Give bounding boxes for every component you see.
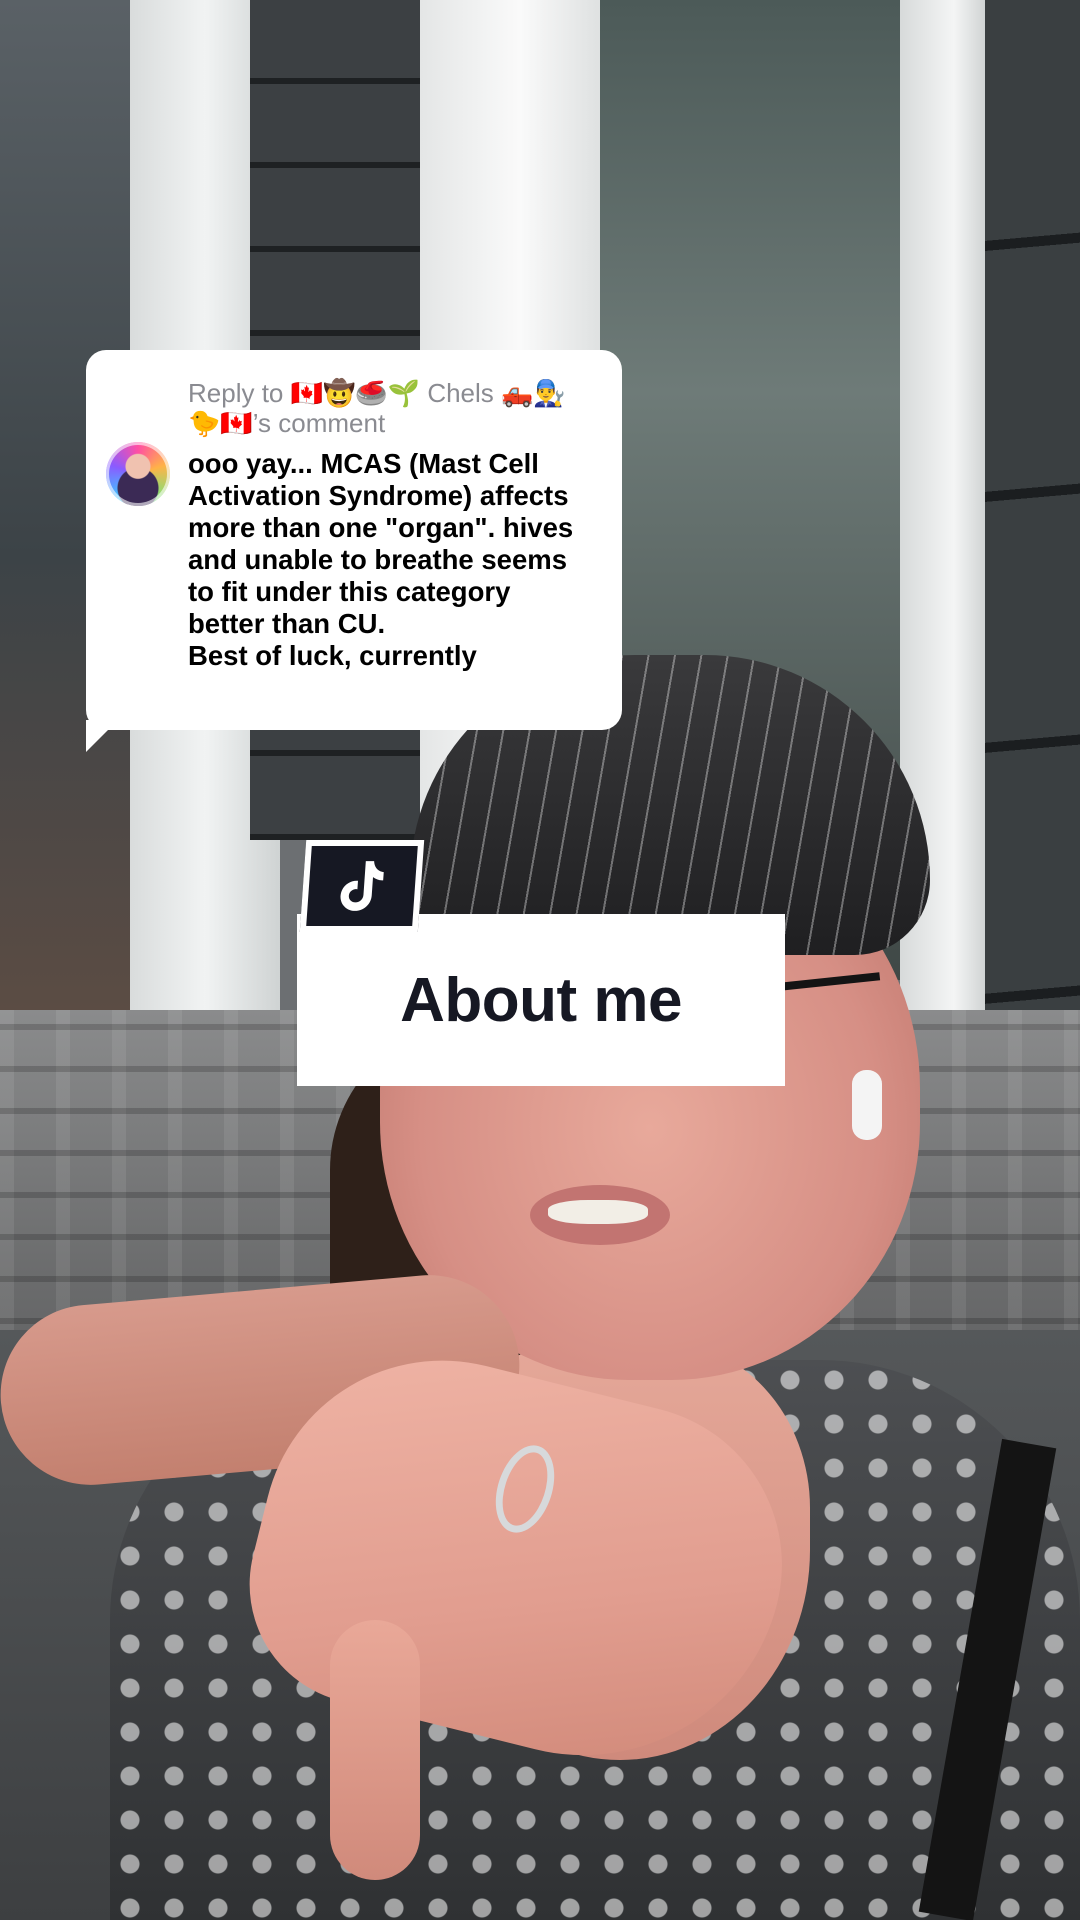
reply-comment-text: ooo yay... MCAS (Mast Cell Activation Sy… [188,448,574,671]
about-me-title: About me [400,965,682,1035]
about-me-card: About me [297,914,785,1086]
person-finger [330,1620,420,1880]
person-teeth [548,1200,648,1224]
reply-comment-sticker[interactable]: Reply to 🇨🇦🤠🥌🌱 Chels 🛻👨‍🔧🐤🇨🇦’s comment o… [86,350,622,730]
person-earbud [852,1070,882,1140]
rainbow-avatar-icon[interactable] [106,442,170,506]
reply-header: Reply to 🇨🇦🤠🥌🌱 Chels 🛻👨‍🔧🐤🇨🇦’s comment [188,378,566,438]
tiktok-logo-icon [299,840,425,932]
video-frame[interactable]: Reply to 🇨🇦🤠🥌🌱 Chels 🛻👨‍🔧🐤🇨🇦’s comment o… [0,0,1080,1920]
